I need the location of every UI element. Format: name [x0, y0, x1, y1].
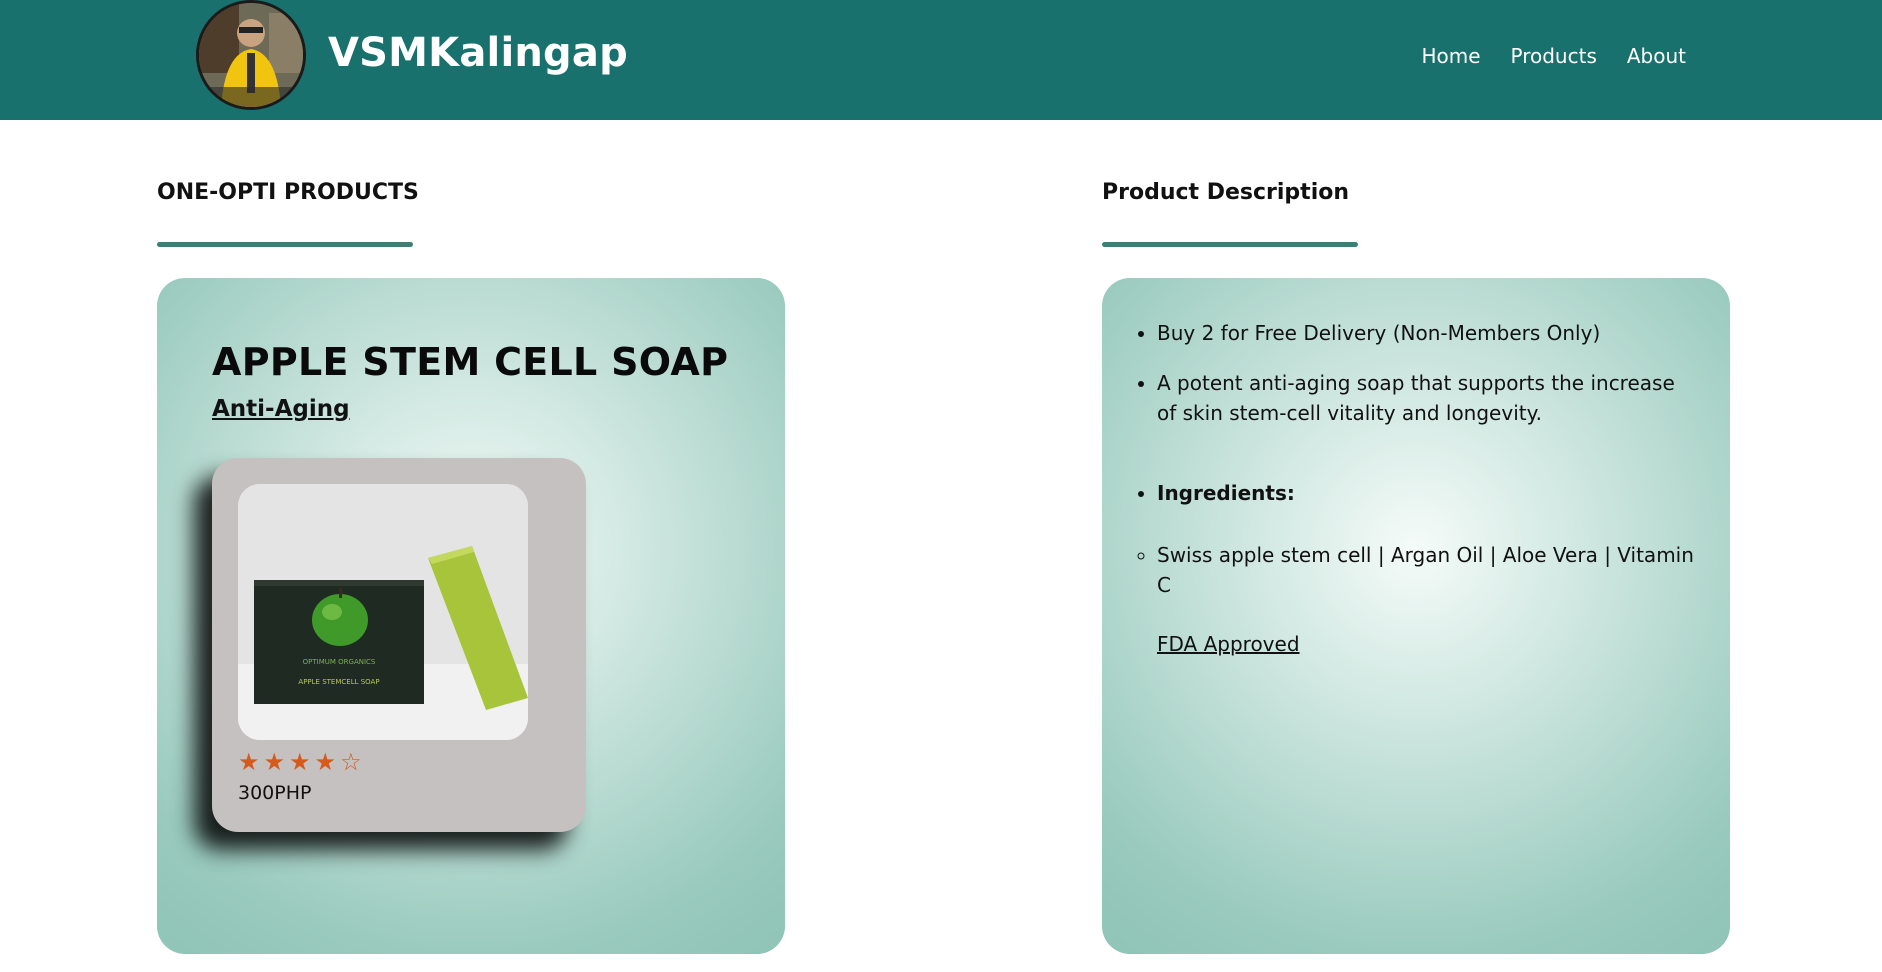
ingredients-heading: Ingredients: — [1157, 478, 1697, 508]
nav-products-link[interactable]: Products — [1511, 44, 1597, 68]
description-bullet: A potent anti-aging soap that supports t… — [1157, 368, 1697, 428]
ingredients-list: Swiss apple stem cell | Argan Oil | Aloe… — [1137, 540, 1697, 600]
product-price: 300PHP — [238, 782, 312, 804]
star-filled-icon: ★ — [263, 748, 286, 776]
description-list: Buy 2 for Free Delivery (Non-Members Onl… — [1137, 318, 1697, 508]
main-nav: Home Products About — [1421, 44, 1686, 68]
description-panel: Buy 2 for Free Delivery (Non-Members Onl… — [1102, 278, 1730, 954]
product-card[interactable]: OPTIMUM ORGANICS APPLE STEMCELL SOAP ★ ★… — [212, 458, 586, 832]
package-brand-text: OPTIMUM ORGANICS — [303, 658, 376, 666]
product-image[interactable]: OPTIMUM ORGANICS APPLE STEMCELL SOAP — [238, 484, 528, 740]
star-filled-icon: ★ — [314, 748, 337, 776]
product-category: Anti-Aging — [212, 396, 350, 422]
description-bullet: Buy 2 for Free Delivery (Non-Members Onl… — [1157, 318, 1697, 348]
nav-home-link[interactable]: Home — [1421, 44, 1480, 68]
products-section-title: ONE-OPTI PRODUCTS — [157, 180, 419, 205]
star-filled-icon: ★ — [289, 748, 311, 776]
product-rating: ★ ★ ★ ★ ☆ — [238, 750, 362, 774]
star-filled-icon: ★ — [238, 748, 260, 776]
site-header: VSMKalingap Home Products About — [0, 0, 1882, 120]
description-section-title: Product Description — [1102, 180, 1350, 205]
fda-approved-link[interactable]: FDA Approved — [1157, 632, 1300, 656]
products-title-underline — [157, 242, 413, 247]
product-panel: APPLE STEM CELL SOAP Anti-Aging OPTIMUM … — [157, 278, 785, 954]
nav-about-link[interactable]: About — [1627, 44, 1686, 68]
site-brand[interactable]: VSMKalingap — [328, 30, 628, 76]
soap-photo: OPTIMUM ORGANICS APPLE STEMCELL SOAP — [238, 484, 528, 740]
ingredients-text: Swiss apple stem cell | Argan Oil | Aloe… — [1157, 540, 1697, 600]
package-label-text: APPLE STEMCELL SOAP — [298, 678, 379, 686]
star-empty-icon: ☆ — [340, 748, 362, 776]
avatar-photo — [199, 3, 303, 107]
profile-avatar[interactable] — [196, 0, 306, 110]
description-title-underline — [1102, 242, 1358, 247]
product-name: APPLE STEM CELL SOAP — [212, 340, 729, 384]
